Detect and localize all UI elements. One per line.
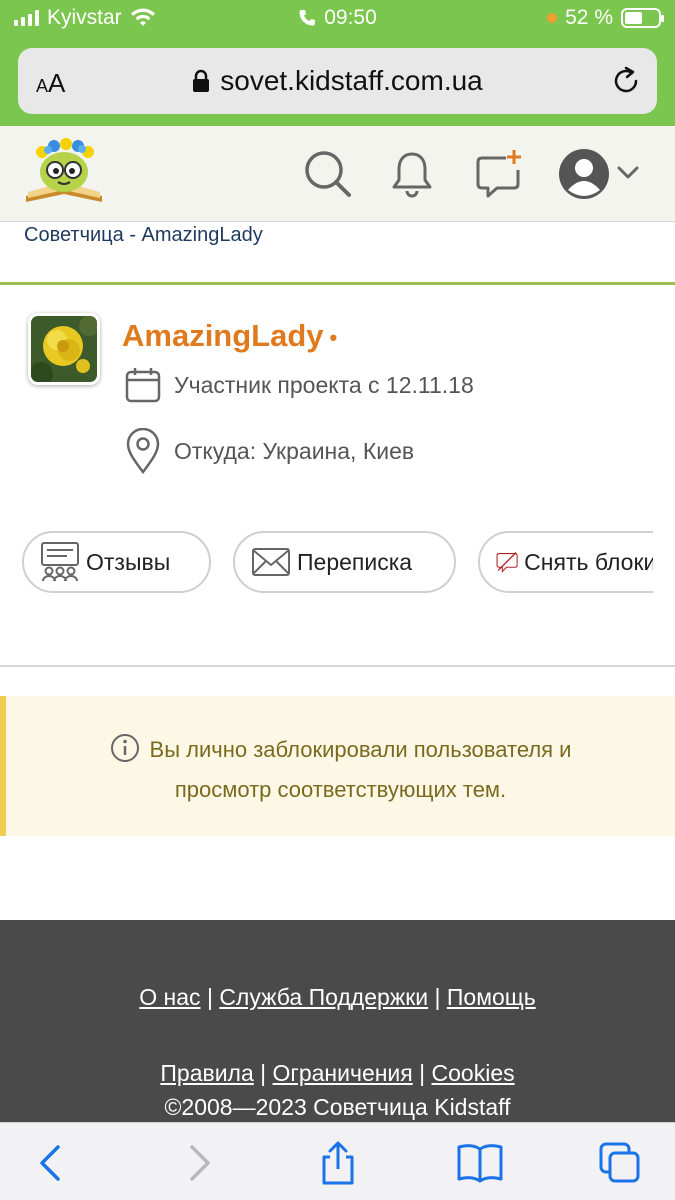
notice-line-1: Вы лично заблокировали пользователя и (6, 730, 675, 770)
address-bar[interactable]: AA sovet.kidstaff.com.ua (18, 48, 657, 114)
envelope-icon (252, 548, 290, 576)
bell-icon[interactable] (384, 146, 440, 202)
online-status-dot: • (329, 324, 338, 350)
url-display[interactable]: sovet.kidstaff.com.ua (18, 65, 657, 97)
footer-link-cookies[interactable]: Cookies (432, 1060, 515, 1086)
notice-line-2: просмотр соответствующих тем. (174, 777, 507, 802)
site-footer: О нас | Служба Поддержки | Помощь Правил… (0, 920, 675, 1122)
back-icon[interactable] (30, 1141, 74, 1185)
site-header (0, 126, 675, 222)
reviews-icon (41, 542, 79, 582)
notice-text: Вы лично заблокировали пользователя и пр… (6, 730, 675, 810)
recording-dot-icon (547, 13, 558, 23)
divider (0, 282, 675, 285)
lock-icon (193, 69, 210, 92)
breadcrumb[interactable]: Советчица - AmazingLady (24, 224, 263, 247)
calendar-icon (125, 368, 161, 403)
location-row: Откуда: Украина, Киев (124, 428, 414, 474)
messages-label: Переписка (297, 548, 413, 575)
reviews-label: Отзывы (86, 548, 171, 575)
username-text: AmazingLady (122, 318, 324, 353)
footer-links-row-2: Правила | Ограничения | Cookies (0, 1060, 675, 1087)
site-logo-icon[interactable] (22, 136, 106, 212)
bookmarks-icon[interactable] (456, 1141, 504, 1185)
member-since-text: Участник проекта с 12.11.18 (174, 371, 474, 398)
notice-line-1-text: Вы лично заблокировали пользователя и (149, 737, 572, 762)
reviews-button[interactable]: Отзывы (22, 531, 211, 593)
new-message-icon[interactable] (470, 146, 526, 202)
action-buttons-row: Отзывы Переписка Снять блокировку (0, 520, 653, 610)
share-icon[interactable] (316, 1141, 360, 1185)
battery-icon (621, 8, 664, 28)
footer-separator: | (260, 1060, 267, 1086)
footer-separator: | (206, 984, 213, 1010)
url-text: sovet.kidstaff.com.ua (220, 65, 483, 96)
unblock-button[interactable]: Снять блокировку (478, 531, 653, 593)
reload-icon[interactable] (609, 64, 643, 98)
footer-separator: | (419, 1060, 426, 1086)
footer-link-rules[interactable]: Правила (160, 1060, 253, 1086)
profile-avatar[interactable] (28, 313, 100, 385)
unblock-label: Снять блокировку (524, 548, 653, 575)
battery-percent: 52 % (565, 6, 613, 29)
footer-separator: | (434, 984, 441, 1010)
info-icon (110, 734, 139, 762)
divider (0, 665, 675, 667)
location-pin-icon (126, 428, 160, 474)
footer-copyright: ©2008—2023 Советчица Kidstaff (164, 1094, 511, 1120)
browser-top-bar: AA sovet.kidstaff.com.ua (0, 36, 675, 126)
status-bar: Kyivstar 09:50 52 % (0, 0, 675, 36)
profile-username: AmazingLady • (122, 318, 337, 354)
clock: 09:50 (324, 6, 377, 29)
blocked-chat-icon (496, 552, 518, 573)
tabs-icon[interactable] (598, 1141, 642, 1185)
blocked-notice: Вы лично заблокировали пользователя и пр… (0, 696, 675, 836)
rose-photo-icon (31, 316, 97, 382)
footer-link-about[interactable]: О нас (139, 984, 200, 1010)
member-since-row: Участник проекта с 12.11.18 (124, 366, 474, 404)
chevron-down-icon[interactable] (616, 164, 640, 182)
messages-button[interactable]: Переписка (233, 531, 456, 593)
footer-link-limits[interactable]: Ограничения (273, 1060, 413, 1086)
location-text: Откуда: Украина, Киев (174, 437, 415, 464)
search-icon[interactable] (300, 146, 356, 202)
footer-link-support[interactable]: Служба Поддержки (219, 984, 428, 1010)
footer-link-help[interactable]: Помощь (447, 984, 536, 1010)
phone-icon (299, 10, 316, 26)
user-avatar-icon[interactable] (556, 146, 612, 202)
browser-toolbar (0, 1122, 675, 1200)
footer-links-row-1: О нас | Служба Поддержки | Помощь (0, 984, 675, 1011)
status-right: 52 % (547, 6, 664, 30)
forward-icon[interactable] (176, 1141, 220, 1185)
